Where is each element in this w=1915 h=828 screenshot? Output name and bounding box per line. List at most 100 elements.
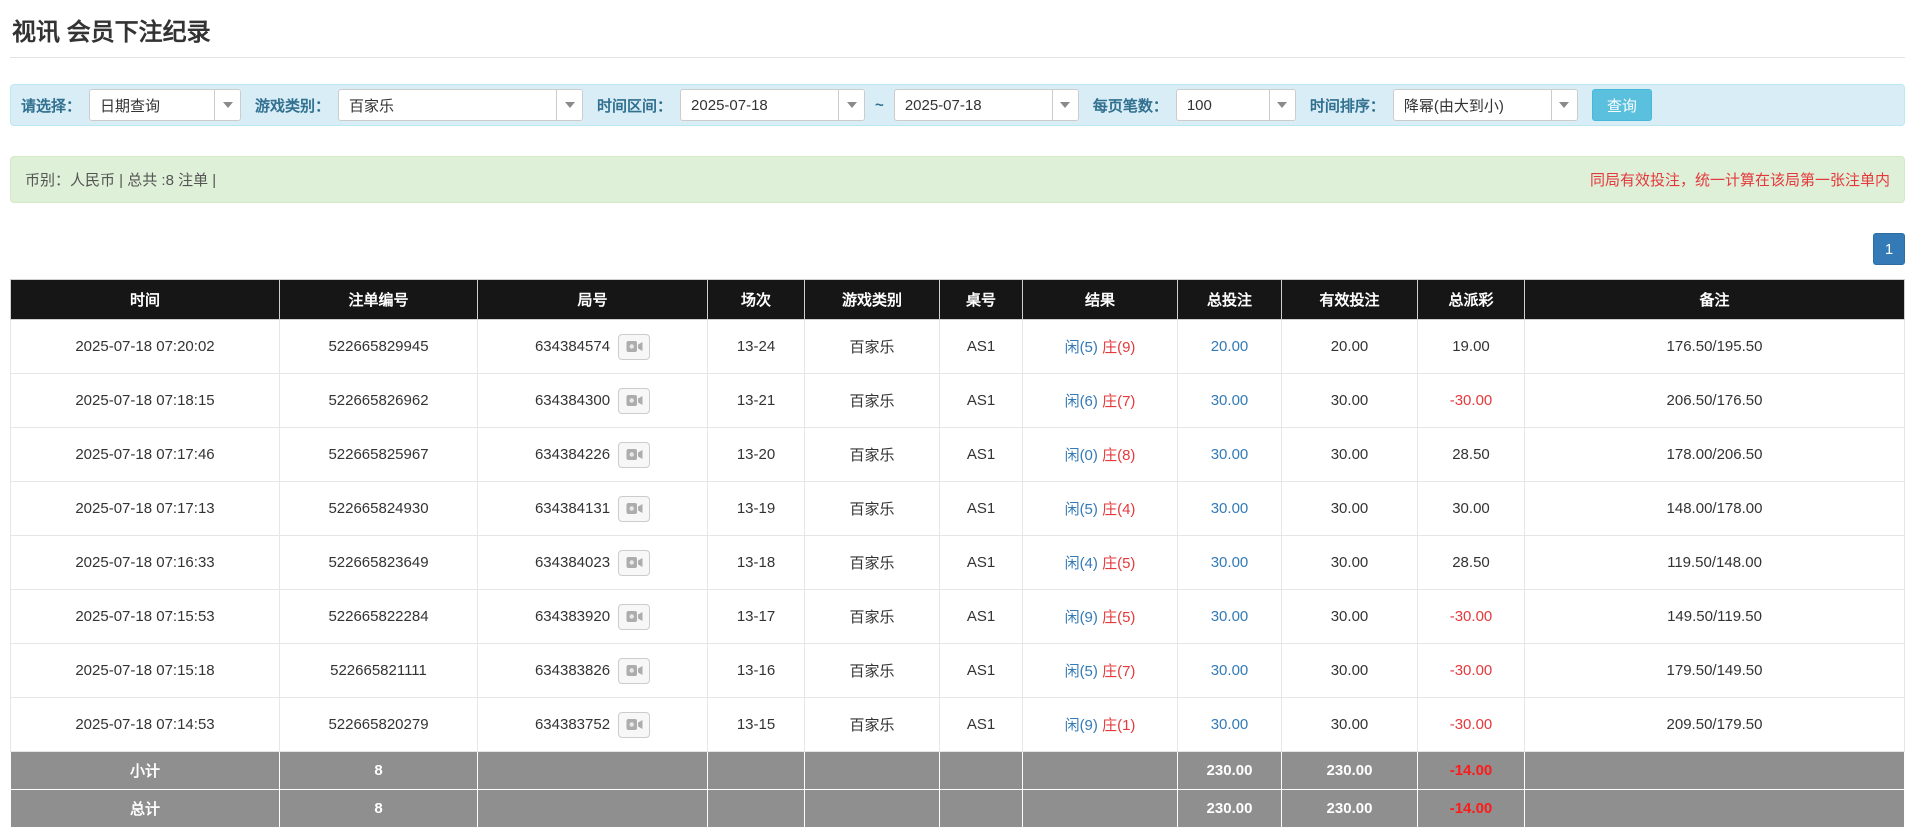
round-cell: 634384574 — [477, 319, 708, 374]
query-mode-select[interactable]: 日期查询 — [89, 89, 242, 121]
time-sort-select[interactable]: 降幂(由大到小) — [1392, 89, 1578, 121]
game-type-cell: 百家乐 — [804, 373, 940, 428]
header-remark: 备注 — [1524, 279, 1905, 320]
search-button[interactable]: 查询 — [1591, 89, 1652, 121]
bet-time-cell: 2025-07-18 07:15:18 — [10, 643, 280, 698]
video-replay-button[interactable] — [618, 549, 651, 576]
total-bet-cell: 30.00 — [1177, 697, 1282, 752]
subtotal-count: 8 — [279, 751, 478, 790]
result-banker: 庄(5) — [1102, 609, 1136, 626]
video-camera-icon — [626, 665, 643, 676]
video-replay-button[interactable] — [618, 657, 651, 684]
total-bet-cell: 30.00 — [1177, 643, 1282, 698]
payout-cell: 19.00 — [1417, 319, 1525, 374]
currency-summary-text: 币别：人民币 | 总共 :8 注单 | — [25, 172, 217, 189]
header-time: 时间 — [10, 279, 280, 320]
header-round: 局号 — [477, 279, 708, 320]
payout-cell: -30.00 — [1417, 373, 1525, 428]
game-type-cell: 百家乐 — [804, 535, 940, 590]
table-no-cell: AS1 — [939, 643, 1023, 698]
game-type-cell: 百家乐 — [804, 481, 940, 536]
session-cell: 13-15 — [707, 697, 805, 752]
chevron-down-icon — [838, 90, 865, 120]
table-row: 2025-07-18 07:16:33 522665823649 6343840… — [10, 535, 1905, 590]
total-payout: -14.00 — [1417, 789, 1525, 828]
total-bet-link[interactable]: 30.00 — [1211, 662, 1249, 679]
date-to-select[interactable]: 2025-07-18 — [893, 89, 1079, 121]
result-player: 闲(4) — [1064, 555, 1098, 572]
chevron-down-icon — [1051, 90, 1078, 120]
result-cell: 闲(5) 庄(9) — [1022, 319, 1178, 374]
video-replay-button[interactable] — [618, 387, 651, 414]
game-type-select[interactable]: 百家乐 — [338, 89, 584, 121]
date-to-value: 2025-07-18 — [904, 96, 982, 114]
summary-bar: 币别：人民币 | 总共 :8 注单 | 同局有效投注，统一计算在该局第一张注单内 — [10, 156, 1905, 203]
total-bet-link[interactable]: 30.00 — [1211, 500, 1249, 517]
result-banker: 庄(4) — [1102, 501, 1136, 518]
total-bet-link[interactable]: 20.00 — [1211, 338, 1249, 355]
round-number: 634383826 — [534, 662, 611, 679]
game-type-cell: 百家乐 — [804, 319, 940, 374]
bet-id-cell: 522665829945 — [279, 319, 478, 374]
query-mode-value: 日期查询 — [100, 97, 161, 115]
total-bet-link[interactable]: 30.00 — [1211, 446, 1249, 463]
header-valid-bet: 有效投注 — [1281, 279, 1418, 320]
table-no-cell: AS1 — [939, 481, 1023, 536]
chevron-down-icon — [214, 90, 241, 120]
header-payout: 总派彩 — [1417, 279, 1525, 320]
round-cell: 634383920 — [477, 589, 708, 644]
total-bet-link[interactable]: 30.00 — [1211, 716, 1249, 733]
date-from-select[interactable]: 2025-07-18 — [680, 89, 866, 121]
remark-cell: 206.50/176.50 — [1524, 373, 1905, 428]
video-replay-button[interactable] — [618, 711, 651, 738]
table-header-row: 时间 注单编号 局号 场次 游戏类别 桌号 结果 总投注 有效投注 总派彩 备注 — [10, 279, 1905, 320]
valid-bet-cell: 30.00 — [1281, 697, 1418, 752]
game-type-cell: 百家乐 — [804, 643, 940, 698]
header-bet-id: 注单编号 — [279, 279, 478, 320]
table-no-cell: AS1 — [939, 373, 1023, 428]
filter-label-time-range: 时间区间： — [597, 97, 673, 115]
time-sort-value: 降幂(由大到小) — [1403, 97, 1504, 115]
valid-bet-cell: 30.00 — [1281, 589, 1418, 644]
result-banker: 庄(7) — [1102, 663, 1136, 680]
table-row: 2025-07-18 07:20:02 522665829945 6343845… — [10, 319, 1905, 374]
table-no-cell: AS1 — [939, 697, 1023, 752]
payout-cell: -30.00 — [1417, 697, 1525, 752]
session-cell: 13-18 — [707, 535, 805, 590]
page-size-select[interactable]: 100 — [1175, 89, 1296, 121]
session-cell: 13-19 — [707, 481, 805, 536]
result-banker: 庄(8) — [1102, 447, 1136, 464]
bet-id-cell: 522665824930 — [279, 481, 478, 536]
total-bet-cell: 20.00 — [1177, 319, 1282, 374]
filter-label-time-sort: 时间排序： — [1309, 97, 1385, 115]
result-cell: 闲(5) 庄(4) — [1022, 481, 1178, 536]
remark-cell: 178.00/206.50 — [1524, 427, 1905, 482]
payout-cell: -30.00 — [1417, 643, 1525, 698]
valid-bet-cell: 30.00 — [1281, 535, 1418, 590]
remark-cell: 148.00/178.00 — [1524, 481, 1905, 536]
chevron-down-icon — [1268, 90, 1295, 120]
filter-bar: 请选择： 日期查询 游戏类别： 百家乐 时间区间： 2025-07-18 ~ 2… — [10, 84, 1905, 126]
total-count: 8 — [279, 789, 478, 828]
total-bet-link[interactable]: 30.00 — [1211, 608, 1249, 625]
pagination-page-1[interactable]: 1 — [1873, 233, 1905, 265]
video-replay-button[interactable] — [618, 603, 651, 630]
video-replay-button[interactable] — [618, 333, 651, 360]
bet-time-cell: 2025-07-18 07:20:02 — [10, 319, 280, 374]
title-divider: 视讯 会员下注纪录 — [10, 0, 1905, 58]
valid-bet-cell: 30.00 — [1281, 481, 1418, 536]
table-row: 2025-07-18 07:17:13 522665824930 6343841… — [10, 481, 1905, 536]
result-cell: 闲(4) 庄(5) — [1022, 535, 1178, 590]
bet-id-cell: 522665822284 — [279, 589, 478, 644]
table-row: 2025-07-18 07:15:18 522665821111 6343838… — [10, 643, 1905, 698]
video-camera-icon — [626, 341, 643, 352]
payout-cell: 28.50 — [1417, 427, 1525, 482]
video-replay-button[interactable] — [618, 441, 651, 468]
filter-label-game-type: 游戏类别： — [255, 97, 331, 115]
valid-bet-cell: 30.00 — [1281, 427, 1418, 482]
session-cell: 13-20 — [707, 427, 805, 482]
total-bet-link[interactable]: 30.00 — [1211, 554, 1249, 571]
video-replay-button[interactable] — [618, 495, 651, 522]
total-bet-link[interactable]: 30.00 — [1211, 392, 1249, 409]
subtotal-label: 小计 — [10, 751, 280, 790]
